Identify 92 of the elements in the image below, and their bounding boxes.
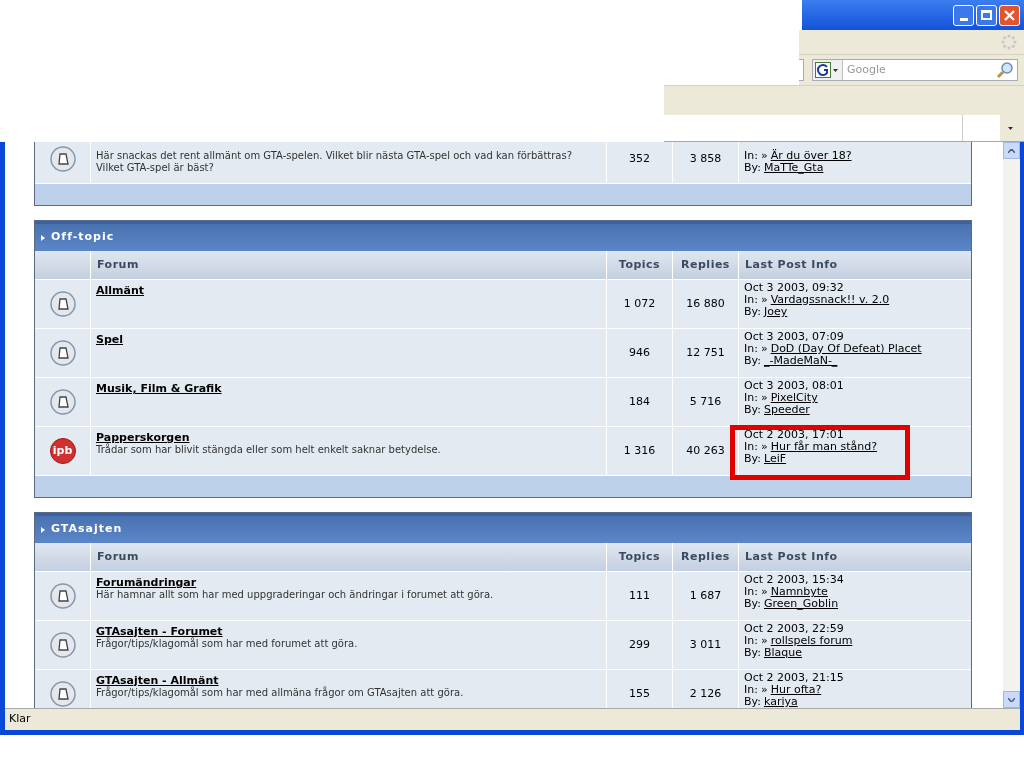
last-post-date: Oct 2 2003, 22:59: [744, 623, 845, 635]
topic-link[interactable]: Vardagssnack!! v. 2.0: [770, 294, 890, 306]
by-label: By:: [744, 696, 761, 708]
forum-book-icon: [49, 632, 76, 658]
in-label: In:: [744, 441, 758, 453]
in-label: In:: [744, 343, 758, 355]
down-chevron-icon: [1008, 697, 1015, 702]
arrow-label: »: [760, 586, 768, 598]
arrow-label: »: [760, 343, 768, 355]
arrow-label: »: [760, 392, 768, 404]
forum-book-icon: [49, 389, 76, 415]
search-icon[interactable]: [996, 61, 1014, 79]
forum-book-icon: [49, 291, 76, 317]
last-post-date: Oct 3 2003, 09:32: [744, 282, 845, 294]
arrow-label: »: [760, 150, 768, 162]
topic-link[interactable]: Är du över 18?: [770, 150, 852, 162]
expand-arrow-icon[interactable]: [41, 234, 45, 241]
engine-logo-icon: [815, 62, 831, 78]
forum-link[interactable]: Forumändringar: [96, 576, 197, 589]
expand-arrow-icon[interactable]: [41, 526, 45, 533]
loading-throbber-icon: [1000, 33, 1018, 51]
last-post-date: Oct 3 2003, 08:01: [744, 380, 845, 392]
column-header: Last Post Info: [744, 548, 839, 565]
caret-icon: [833, 68, 838, 72]
forum-link[interactable]: GTAsajten - Allmänt: [96, 674, 219, 687]
category-title: GTAsajten: [51, 521, 123, 538]
forum-description: Frågor/tips/klagomål som har med allmäna frågor om GTAsajten att göra.: [96, 687, 465, 699]
search-engine-menu[interactable]: [813, 60, 843, 80]
user-link[interactable]: _-MadeMaN-_: [763, 355, 838, 367]
in-label: In:: [744, 294, 758, 306]
topic-link[interactable]: Hur får man stånd?: [770, 441, 878, 453]
search-input[interactable]: Google: [843, 61, 996, 79]
by-label: By:: [744, 162, 761, 174]
forum-description: Frågor/tips/klagomål som har med forumet att göra.: [96, 638, 359, 650]
maximize-button[interactable]: [976, 4, 997, 26]
topic-link[interactable]: rollspels forum: [770, 635, 853, 647]
column-header: Last Post Info: [744, 256, 839, 273]
category-title: Off-topic: [51, 229, 115, 246]
forum-description: Trådar som har blivit stängda eller som helt enkelt saknar betydelse.: [96, 444, 442, 456]
user-link[interactable]: Speeder: [763, 404, 810, 416]
in-label: In:: [744, 150, 758, 162]
arrow-label: »: [760, 684, 768, 696]
minimize-button[interactable]: [953, 4, 974, 26]
caret-icon: [1007, 126, 1013, 130]
last-post-date: Oct 2 2003, 17:01: [744, 429, 844, 441]
up-chevron-icon: [1008, 148, 1015, 153]
user-link[interactable]: Green_Goblin: [763, 598, 839, 610]
in-label: In:: [744, 635, 758, 647]
by-label: By:: [744, 453, 761, 465]
forum-link[interactable]: Allmänt: [96, 284, 145, 297]
search-field[interactable]: Google: [812, 59, 1018, 81]
by-label: By:: [744, 598, 761, 610]
user-link[interactable]: kariya: [763, 696, 798, 708]
forum-book-icon: [49, 146, 76, 172]
dropdown-field[interactable]: [664, 115, 1000, 141]
scroll-up-button[interactable]: [1003, 142, 1020, 159]
forum-book-icon: [49, 340, 76, 366]
by-label: By:: [744, 306, 761, 318]
forum-description: Här hamnar allt som har med uppgraderingar och ändringar i forumet att göra.: [96, 589, 495, 601]
forum-link[interactable]: Musik, Film & Grafik: [96, 382, 222, 395]
forum-book-icon: [49, 583, 76, 609]
user-link[interactable]: Joey: [763, 306, 788, 318]
topic-link[interactable]: DoD (Day Of Defeat) Placet: [770, 343, 922, 355]
in-label: In:: [744, 392, 758, 404]
close-button[interactable]: [999, 4, 1020, 26]
topic-link[interactable]: PixelCity: [770, 392, 818, 404]
by-label: By:: [744, 355, 761, 367]
by-label: By:: [744, 404, 761, 416]
address-field[interactable]: [799, 59, 804, 81]
forum-badge-icon: ipb: [49, 438, 76, 464]
topic-link[interactable]: Namnbyte: [770, 586, 828, 598]
forum-description: Här snackas det rent allmänt om GTA-spelen. Vilket blir nästa GTA-spel och vad kan förbättras? Vilket GTA-spel är bäst?: [96, 150, 573, 174]
in-label: In:: [744, 684, 758, 696]
user-link[interactable]: LeiF: [763, 453, 787, 465]
in-label: In:: [744, 586, 758, 598]
last-post-date: Oct 3 2003, 07:09: [744, 331, 845, 343]
scrollbar[interactable]: [1003, 142, 1020, 708]
forum-link[interactable]: GTAsajten - Forumet: [96, 625, 223, 638]
status-text: Klar: [9, 711, 31, 728]
forum-link[interactable]: Papperskorgen: [96, 431, 190, 444]
arrow-label: »: [760, 635, 768, 647]
user-link[interactable]: Blaque: [763, 647, 803, 659]
close-icon: [1004, 9, 1015, 21]
forum-link[interactable]: Spel: [96, 333, 124, 346]
last-post-date: Oct 2 2003, 21:15: [744, 672, 845, 684]
user-link[interactable]: MaTTe_Gta: [763, 162, 824, 174]
by-label: By:: [744, 647, 761, 659]
scroll-down-button[interactable]: [1003, 691, 1020, 708]
arrow-label: »: [760, 441, 768, 453]
topic-link[interactable]: Hur ofta?: [770, 684, 822, 696]
arrow-label: »: [760, 294, 768, 306]
last-post-date: Oct 2 2003, 15:34: [744, 574, 845, 586]
